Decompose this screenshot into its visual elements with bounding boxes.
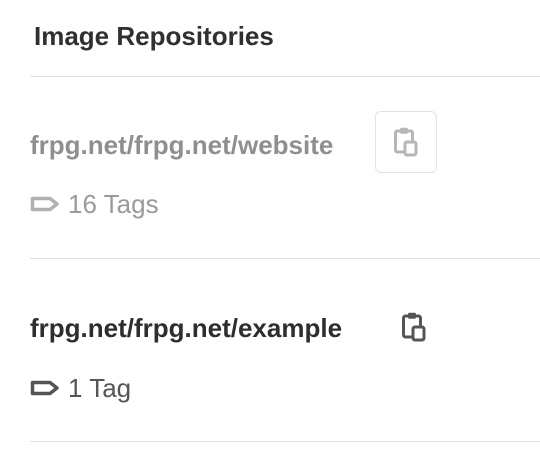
- label-icon: [30, 196, 59, 212]
- tag-count-label: 16 Tags: [68, 189, 159, 219]
- copy-repository-path-button[interactable]: [383, 296, 445, 358]
- header-divider: [30, 76, 540, 77]
- repository-name-example[interactable]: frpg.net/frpg.net/example: [30, 311, 342, 345]
- clipboard-icon: [394, 127, 418, 157]
- image-repositories-panel: Image Repositories frpg.net/frpg.net/web…: [0, 0, 540, 468]
- clipboard-icon: [402, 312, 426, 342]
- tag-count-row: 1 Tag: [30, 371, 131, 405]
- tag-count-label: 1 Tag: [68, 373, 132, 403]
- label-icon: [30, 380, 59, 396]
- repository-divider: [30, 441, 540, 442]
- panel-title: Image Repositories: [34, 21, 274, 51]
- repository-divider: [30, 258, 540, 259]
- repository-name-website[interactable]: frpg.net/frpg.net/website: [30, 128, 333, 162]
- tag-count-row: 16 Tags: [30, 187, 159, 221]
- copy-repository-path-button[interactable]: [375, 111, 437, 173]
